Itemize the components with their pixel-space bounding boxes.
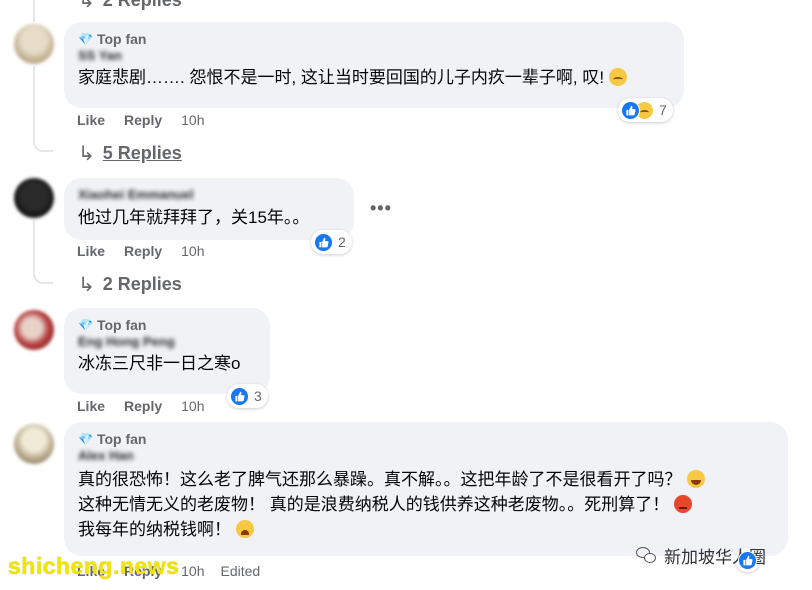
like-reaction-icon — [738, 550, 757, 570]
edited-label[interactable]: Edited — [221, 563, 261, 579]
comment-text: 他过几年就拜拜了，关15年。。 — [78, 208, 310, 227]
angry-emoji-icon — [674, 495, 693, 513]
like-reaction-icon — [230, 386, 249, 406]
diamond-icon: 💎 — [78, 317, 93, 332]
sad-emoji-icon — [609, 68, 628, 86]
reaction-summary[interactable]: 7 — [618, 98, 673, 122]
reply-button[interactable]: Reply — [124, 112, 162, 128]
wechat-icon — [636, 546, 658, 565]
site-watermark: shicheng.news — [8, 553, 180, 579]
view-replies-link[interactable]: ↳ 2 Replies — [78, 272, 182, 297]
like-button[interactable]: Like — [77, 398, 105, 414]
comment-bubble: 💎 Top fan Eng Hong Peng 冰冻三尺非一日之寒o — [64, 308, 270, 394]
comment-bubble: 💎 Top fan SS Yan 家庭悲剧……. 怨恨不是一时, 这让当时要回国… — [64, 22, 684, 108]
like-button[interactable]: Like — [77, 112, 105, 128]
reply-arrow-icon: ↳ — [78, 274, 95, 296]
comment-timestamp[interactable]: 10h — [181, 398, 204, 414]
reply-button[interactable]: Reply — [124, 398, 162, 414]
reaction-count: 3 — [254, 388, 262, 404]
replies-link-cut[interactable]: ↳ 2 Replies — [78, 0, 182, 13]
top-fan-badge: 💎 Top fan — [78, 30, 147, 47]
comment-timestamp[interactable]: 10h — [181, 563, 204, 579]
reply-arrow-icon: ↳ — [78, 143, 95, 165]
laughing-emoji-icon — [686, 470, 705, 488]
avatar[interactable] — [14, 24, 54, 64]
reaction-summary[interactable]: 2 — [311, 230, 352, 254]
crying-emoji-icon — [236, 520, 254, 538]
comment-bubble: Xiaohei Emmanuel 他过几年就拜拜了，关15年。。 — [64, 178, 354, 240]
comment-author[interactable]: Xiaohei Emmanuel — [78, 187, 342, 204]
like-reaction-icon — [314, 232, 333, 252]
reaction-count: 2 — [338, 234, 346, 250]
comment-author[interactable]: Alex Han — [78, 448, 776, 465]
avatar[interactable] — [14, 424, 54, 464]
comment-text: 冰冻三尺非一日之寒o — [78, 354, 241, 373]
thread-connector — [33, 262, 53, 284]
comment-timestamp[interactable]: 10h — [181, 112, 204, 128]
diamond-icon: 💎 — [78, 31, 93, 46]
comment-text: 家庭悲剧……. 怨恨不是一时, 这让当时要回国的儿子内疚一辈子啊, 叹! — [78, 67, 672, 89]
thread-line — [33, 66, 35, 132]
like-reaction-icon — [621, 100, 640, 120]
more-options-button[interactable]: ••• — [370, 198, 392, 219]
comment-text: 真的很恐怖！这么老了脾气还那么暴躁。真不解。。这把年龄了不是很看开了吗？ 这种无… — [78, 467, 776, 542]
avatar[interactable] — [14, 310, 54, 350]
view-replies-link[interactable]: ↳ 5 Replies — [78, 141, 182, 166]
reply-arrow-icon: ↳ — [78, 0, 95, 12]
comment-actions: Like Reply 10h — [77, 398, 221, 414]
comment-author[interactable]: Eng Hong Peng — [78, 334, 258, 351]
thread-connector — [33, 130, 53, 152]
reaction-summary[interactable]: 3 — [227, 384, 268, 408]
top-fan-badge: 💎 Top fan — [78, 430, 147, 447]
thread-line — [33, 0, 35, 22]
reply-button[interactable]: Reply — [124, 243, 162, 259]
comment-author[interactable]: SS Yan — [78, 48, 672, 65]
comment-actions: Like Reply 10h — [77, 243, 221, 259]
diamond-icon: 💎 — [78, 431, 93, 446]
thread-line — [33, 220, 35, 264]
reaction-count: 7 — [659, 102, 667, 118]
avatar[interactable] — [14, 178, 54, 218]
comment-actions: Like Reply 10h — [77, 112, 221, 128]
comment-bubble: 💎 Top fan Alex Han 真的很恐怖！这么老了脾气还那么暴躁。真不解… — [64, 422, 788, 556]
like-button[interactable]: Like — [77, 243, 105, 259]
top-fan-badge: 💎 Top fan — [78, 316, 147, 333]
comment-timestamp[interactable]: 10h — [181, 243, 204, 259]
